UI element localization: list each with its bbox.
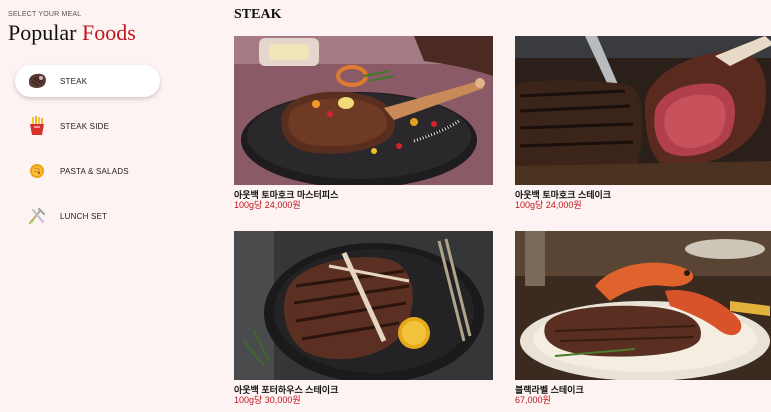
product-card[interactable]: 블랙라벨 스테이크 67,000원 <box>515 231 771 406</box>
menu-item-pasta-salads[interactable]: PASTA & SALADS <box>15 155 160 187</box>
product-card[interactable]: 아웃백 토마호크 스테이크 100g당 24,000원 <box>515 36 771 211</box>
menu-label: STEAK <box>60 76 88 86</box>
pasta-icon <box>26 160 48 182</box>
title-accent: Foods <box>81 20 136 45</box>
product-name: 아웃백 토마호크 마스터피스 <box>234 190 339 200</box>
product-price: 100g당 24,000원 <box>515 200 582 210</box>
sidebar: SELECT YOUR MEAL Popular Foods STEAK STE… <box>0 0 215 412</box>
product-name: 아웃백 포터하우스 스테이크 <box>234 385 339 395</box>
menu-item-steak[interactable]: STEAK <box>15 65 160 97</box>
menu-item-steak-side[interactable]: STEAK SIDE <box>15 110 160 142</box>
title-main: Popular <box>8 20 77 45</box>
menu-label: PASTA & SALADS <box>60 166 129 176</box>
porterhouse-steak-photo <box>234 231 493 380</box>
product-card[interactable]: 아웃백 토마호크 마스터피스 100g당 24,000원 <box>234 36 493 211</box>
product-card[interactable]: 아웃백 포터하우스 스테이크 100g당 30,000원 <box>234 231 493 406</box>
product-price: 100g당 30,000원 <box>234 395 301 405</box>
product-price: 100g당 24,000원 <box>234 200 301 210</box>
menu-item-lunch-set[interactable]: LUNCH SET <box>15 200 160 232</box>
product-name: 아웃백 토마호크 스테이크 <box>515 190 612 200</box>
product-name: 블랙라벨 스테이크 <box>515 385 584 395</box>
product-price: 67,000원 <box>515 395 551 405</box>
black-label-steak-shrimp-photo <box>515 231 771 380</box>
menu-label: LUNCH SET <box>60 211 108 221</box>
page-title: Popular Foods <box>8 20 136 46</box>
category-menu: STEAK STEAK SIDE PASTA & SALADS LUNCH SE… <box>15 65 160 245</box>
steak-icon <box>26 70 48 92</box>
tomahawk-steak-plate-photo <box>234 36 493 185</box>
sidebar-eyebrow: SELECT YOUR MEAL <box>8 11 82 18</box>
section-title: STEAK <box>234 7 282 22</box>
tomahawk-steak-sliced-photo <box>515 36 771 185</box>
utensils-icon <box>26 205 48 227</box>
menu-label: STEAK SIDE <box>60 121 110 131</box>
fries-icon <box>26 115 48 137</box>
